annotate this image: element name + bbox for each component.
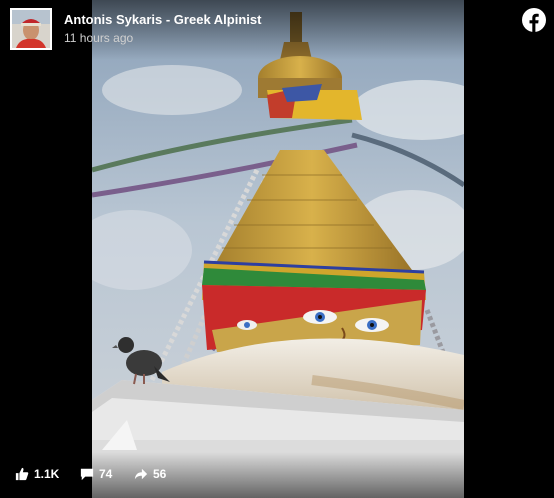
page-name[interactable]: Antonis Sykaris - Greek Alpinist <box>64 12 261 27</box>
comments-value: 74 <box>99 467 113 481</box>
post-stats-bar: 1.1K 74 56 <box>0 452 554 498</box>
post-timestamp[interactable]: 11 hours ago <box>64 31 133 45</box>
post-header: Antonis Sykaris - Greek Alpinist 11 hour… <box>0 0 554 60</box>
comment-icon <box>80 468 94 481</box>
avatar[interactable] <box>10 8 52 50</box>
comments-count[interactable]: 74 <box>80 467 112 481</box>
facebook-post-embed: Antonis Sykaris - Greek Alpinist 11 hour… <box>0 0 554 498</box>
likes-count[interactable]: 1.1K <box>15 467 59 481</box>
likes-value: 1.1K <box>34 467 60 481</box>
thumbs-up-icon <box>15 467 29 481</box>
share-arrow-icon <box>134 468 148 480</box>
post-photo[interactable] <box>92 0 464 498</box>
facebook-icon[interactable] <box>522 8 546 32</box>
shares-value: 56 <box>153 467 167 481</box>
shares-count[interactable]: 56 <box>134 467 166 481</box>
